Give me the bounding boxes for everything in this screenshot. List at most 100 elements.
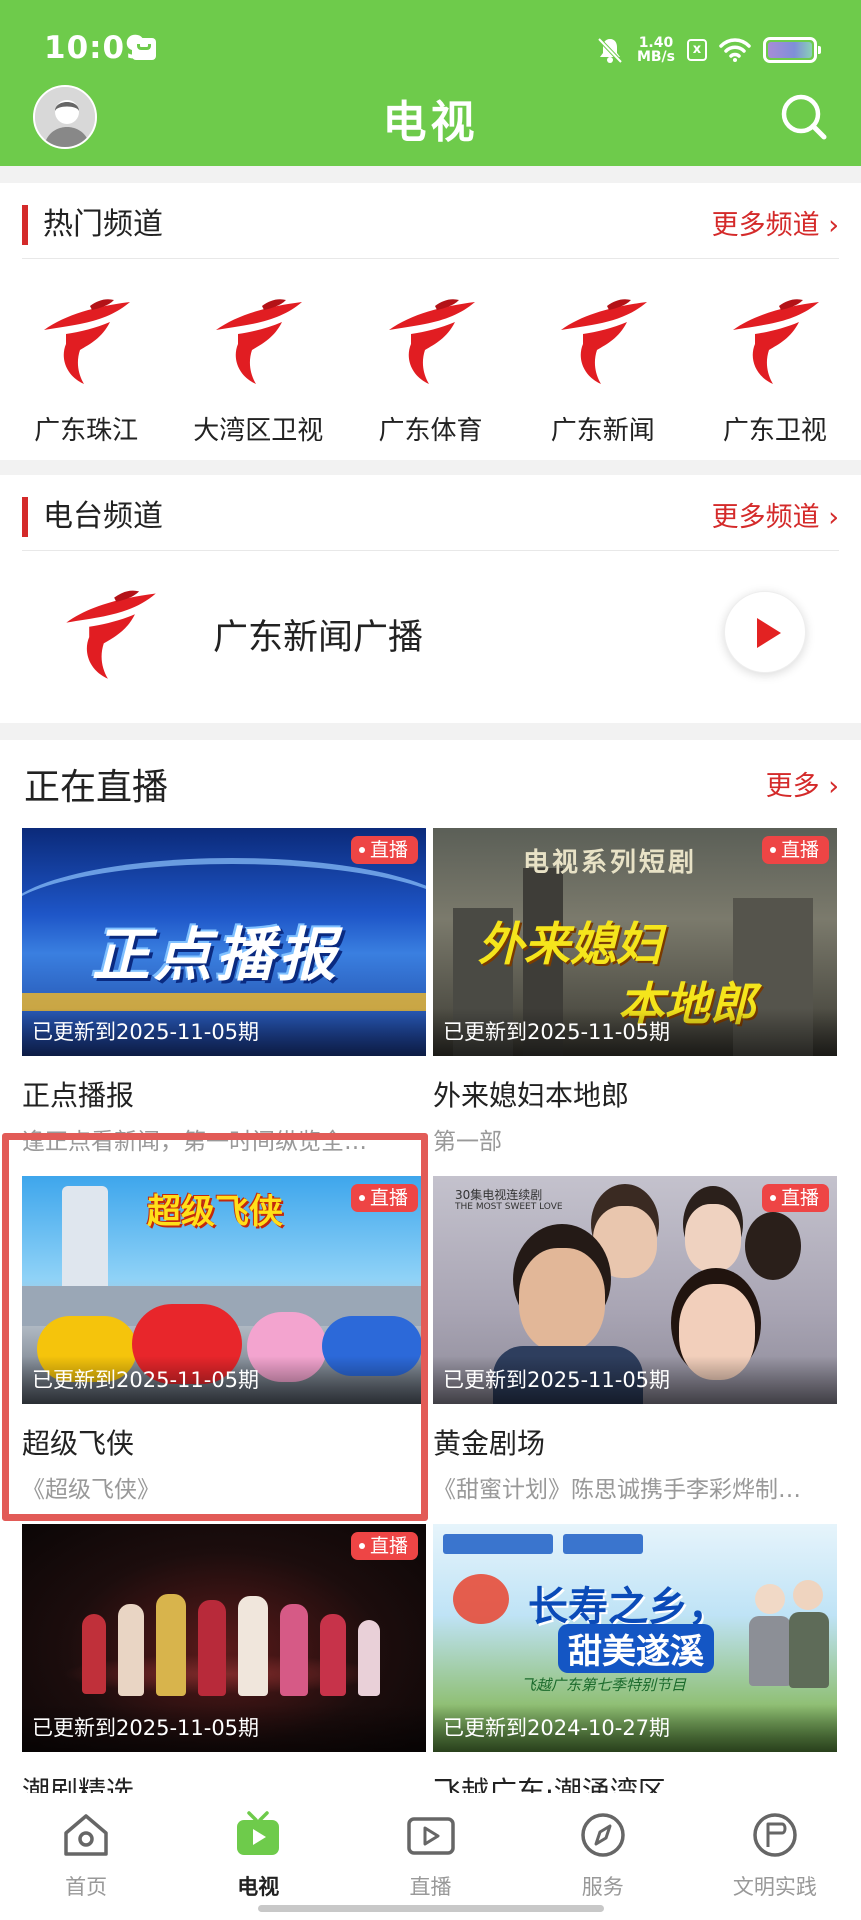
sim-x-icon: x	[687, 39, 707, 61]
home-icon	[64, 1814, 108, 1856]
nav-item-tv[interactable]: 电视	[172, 1793, 344, 1920]
live-tile[interactable]: 超级飞侠 直播 已更新到2025-11-05期 超级飞侠 《超级飞侠》	[22, 1176, 426, 1504]
thumb-title-2: 甜美遂溪	[558, 1624, 714, 1673]
section-marker	[22, 205, 28, 245]
radio-station-row[interactable]: 广东新闻广播	[0, 555, 861, 695]
channel-name: 广东体育	[378, 416, 483, 446]
gdtv-logo-icon	[381, 292, 481, 388]
search-icon[interactable]	[777, 90, 831, 144]
live-tile[interactable]: 电视系列短剧 外来媳妇 本地郎 直播 已更新到2025-11-05期 外来媳妇本…	[433, 828, 837, 1156]
wifi-icon	[719, 38, 751, 62]
live-badge: 直播	[761, 1184, 829, 1212]
tile-name: 外来媳妇本地郎	[433, 1079, 630, 1112]
nav-label: 服务	[581, 1875, 624, 1899]
network-speed: 1.40 MB/s	[636, 35, 675, 65]
live-tile[interactable]: 30集电视连续剧 THE MOST SWEET LOVE 直播 已更新到2025…	[433, 1176, 837, 1504]
gdtv-logo-icon	[58, 583, 162, 683]
tile-thumbnail: 长寿之乡， 甜美遂溪 飞越广东第七季特别节目 已更新到2024-10-27期	[433, 1524, 837, 1752]
play-button[interactable]	[724, 591, 806, 673]
tile-name: 黄金剧场	[433, 1427, 546, 1460]
nav-item-live[interactable]: 直播	[344, 1793, 516, 1920]
page-title: 电视	[382, 97, 479, 148]
thumb-subtitle: 30集电视连续剧	[455, 1188, 543, 1202]
channel-name: 广东新闻	[550, 416, 655, 446]
channel-name: 广东珠江	[34, 416, 139, 446]
tile-thumbnail: 30集电视连续剧 THE MOST SWEET LOVE 直播 已更新到2025…	[433, 1176, 837, 1404]
tile-updated: 已更新到2025-11-05期	[433, 1356, 837, 1404]
radio-section: 电台频道 更多频道 › 广东新闻广播	[0, 475, 861, 723]
more-live-link[interactable]: 更多 ›	[766, 764, 839, 803]
flag-icon	[753, 1813, 797, 1857]
tile-name: 超级飞侠	[22, 1427, 135, 1460]
hot-channels-list: 广东珠江 大湾区卫视 广东体育 广东新闻 广东卫视	[0, 270, 861, 450]
nav-item-civilization[interactable]: 文明实践	[689, 1793, 861, 1920]
section-title: 热门频道	[43, 207, 163, 242]
thumb-subtitle-2: THE MOST SWEET LOVE	[455, 1202, 563, 1212]
thumb-title: 正点播报	[92, 921, 341, 989]
thumb-subtitle: 飞越广东第七季特别节目	[521, 1676, 687, 1694]
channel-item[interactable]: 广东新闻	[517, 270, 689, 450]
section-title: 正在直播	[24, 767, 169, 808]
live-badge: 直播	[350, 1184, 418, 1212]
radio-station-name: 广东新闻广播	[213, 618, 424, 658]
home-indicator[interactable]	[258, 1905, 604, 1912]
message-icon	[132, 38, 156, 60]
app-header: 10:09 1.40 MB/s x 电视	[0, 0, 861, 166]
thumb-subtitle: 电视系列短剧	[523, 848, 698, 878]
nav-item-home[interactable]: 首页	[0, 1793, 172, 1920]
tile-updated: 已更新到2025-11-05期	[22, 1704, 426, 1752]
live-badge: 直播	[350, 836, 418, 864]
tile-thumbnail: 正点播报 直播 已更新到2025-11-05期	[22, 828, 426, 1056]
tile-thumbnail: 超级飞侠 直播 已更新到2025-11-05期	[22, 1176, 426, 1404]
tile-thumbnail: 直播 已更新到2025-11-05期	[22, 1524, 426, 1752]
live-video-icon	[406, 1817, 455, 1855]
channel-item[interactable]: 广东卫视	[689, 270, 861, 450]
gdtv-logo-icon	[208, 292, 308, 388]
nav-label: 直播	[409, 1875, 452, 1899]
battery-icon	[763, 37, 821, 63]
live-tile[interactable]: 直播 已更新到2025-11-05期 潮剧精选	[22, 1524, 426, 1810]
gdtv-logo-icon	[553, 292, 653, 388]
live-tile[interactable]: 长寿之乡， 甜美遂溪 飞越广东第七季特别节目 已更新到2024-10-27期 飞…	[433, 1524, 837, 1810]
hot-channels-header: 热门频道 更多频道 ›	[22, 183, 839, 263]
compass-icon	[580, 1813, 625, 1857]
channel-item[interactable]: 广东体育	[344, 270, 516, 450]
tile-thumbnail: 电视系列短剧 外来媳妇 本地郎 直播 已更新到2025-11-05期	[433, 828, 837, 1056]
tile-desc: 《甜蜜计划》陈思诚携手李彩烨制…	[433, 1477, 801, 1503]
more-channels-link[interactable]: 更多频道 ›	[712, 203, 839, 242]
tile-desc: 逢正点看新闻，第一时间纵览全…	[22, 1129, 367, 1155]
thumb-title: 外来媳妇	[478, 917, 662, 971]
tile-name: 正点播报	[22, 1079, 135, 1112]
channel-item[interactable]: 大湾区卫视	[172, 270, 344, 450]
channel-name: 广东卫视	[722, 416, 827, 446]
live-badge: 直播	[350, 1532, 418, 1560]
nav-item-service[interactable]: 服务	[517, 1793, 689, 1920]
more-radio-link[interactable]: 更多频道 ›	[712, 495, 839, 534]
tile-updated: 已更新到2025-11-05期	[22, 1008, 426, 1056]
live-badge: 直播	[761, 836, 829, 864]
gdtv-logo-icon	[36, 292, 136, 388]
nav-label: 文明实践	[732, 1875, 817, 1899]
section-title: 电台频道	[43, 499, 163, 534]
gdtv-logo-icon	[725, 292, 825, 388]
bottom-nav: 首页 电视 直播 服务 文明实践	[0, 1793, 861, 1920]
divider	[22, 258, 839, 259]
channel-name: 大湾区卫视	[193, 416, 324, 446]
live-tile[interactable]: 正点播报 直播 已更新到2025-11-05期 正点播报 逢正点看新闻，第一时间…	[22, 828, 426, 1156]
thumb-title: 超级飞侠	[147, 1192, 283, 1232]
tile-updated: 已更新到2025-11-05期	[22, 1356, 426, 1404]
radio-header: 电台频道 更多频道 ›	[22, 475, 839, 555]
tile-updated: 已更新到2024-10-27期	[433, 1704, 837, 1752]
section-marker	[22, 497, 28, 537]
nav-label: 首页	[65, 1875, 108, 1899]
tile-desc: 第一部	[433, 1129, 502, 1155]
nav-label: 电视	[237, 1875, 280, 1899]
status-bar: 10:09 1.40 MB/s x	[0, 0, 861, 90]
mute-bell-icon	[597, 37, 623, 64]
tv-icon	[237, 1811, 280, 1855]
channel-item[interactable]: 广东珠江	[0, 270, 172, 450]
tile-updated: 已更新到2025-11-05期	[433, 1008, 837, 1056]
status-indicators: 1.40 MB/s x	[595, 34, 821, 66]
divider	[22, 550, 839, 551]
tile-desc: 《超级飞侠》	[22, 1477, 160, 1503]
